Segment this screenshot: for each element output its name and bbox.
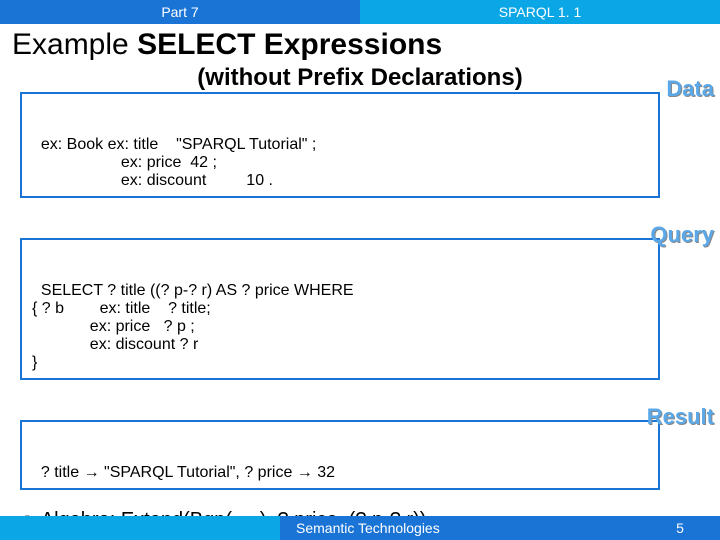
data-box: Data ex: Book ex: title "SPARQL Tutorial… [20,92,660,198]
result-label: Result [647,404,714,430]
result-box: Result ? title → "SPARQL Tutorial", ? pr… [20,420,660,490]
result-content: ? title → "SPARQL Tutorial", ? price → 3… [41,464,335,481]
query-content: SELECT ? title ((? p-? r) AS ? price WHE… [32,282,354,371]
data-content: ex: Book ex: title "SPARQL Tutorial" ; e… [32,136,316,189]
footer-left [0,516,280,540]
slide-title: Example SELECT Expressions [0,24,720,62]
query-label: Query [650,222,714,248]
footer: Semantic Technologies 5 [0,516,720,540]
topbar: Part 7 SPARQL 1. 1 [0,0,720,24]
query-box: Query SELECT ? title ((? p-? r) AS ? pri… [20,238,660,380]
title-bold: SELECT Expressions [137,28,442,61]
footer-page: 5 [640,516,720,540]
title-prefix: Example [12,28,137,61]
topbar-topic: SPARQL 1. 1 [360,0,720,24]
footer-mid: Semantic Technologies [280,516,640,540]
data-label: Data [666,76,714,102]
topbar-part: Part 7 [0,0,360,24]
slide-subtitle: (without Prefix Declarations) [0,64,720,92]
